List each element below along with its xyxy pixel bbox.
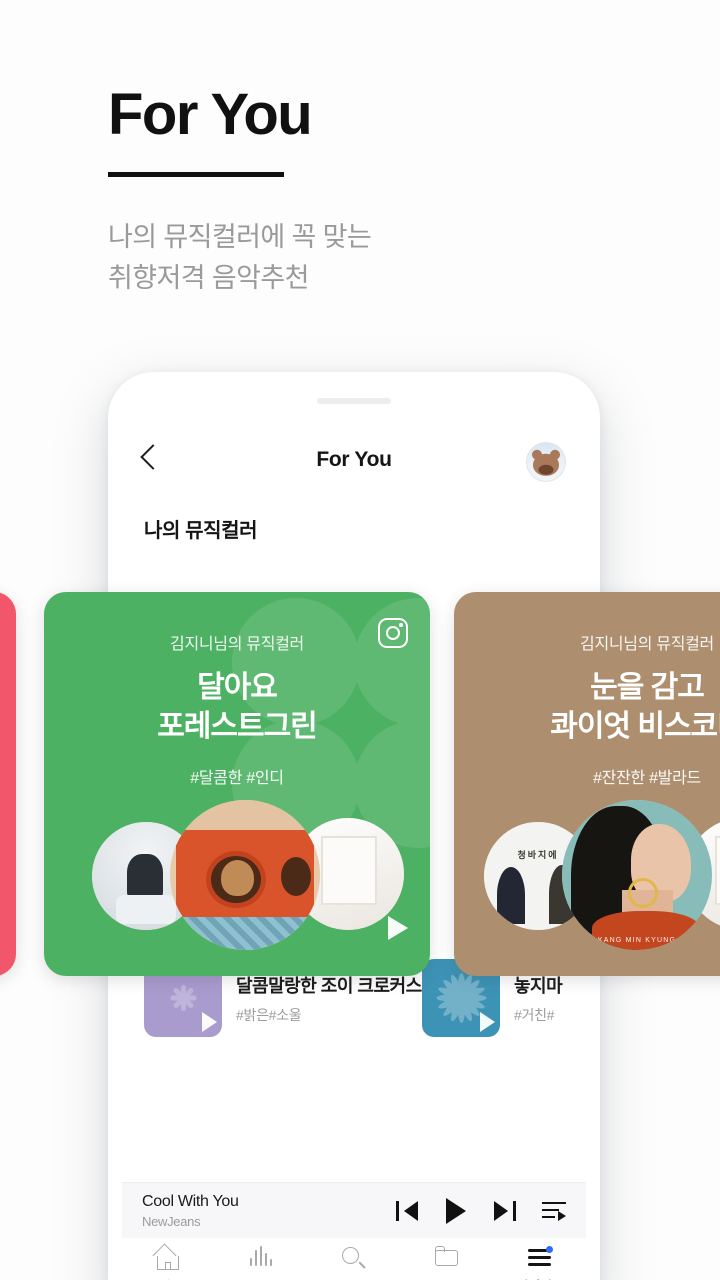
mini-player-meta: Cool With You NewJeans xyxy=(142,1193,396,1229)
playlist-icon[interactable] xyxy=(542,1201,566,1221)
skip-next-icon[interactable] xyxy=(494,1200,516,1222)
nav-label: 오디오 xyxy=(244,1276,279,1280)
promo-subtitle: 나의 뮤직컬러에 꼭 맞는 취향저격 음악추천 xyxy=(108,217,372,299)
album-caption: KANG MIN KYUNG xyxy=(597,937,677,944)
hamburger-menu-icon xyxy=(527,1245,553,1270)
phone-speaker xyxy=(317,398,391,404)
title-underline xyxy=(108,172,284,177)
home-icon xyxy=(152,1242,181,1270)
genie-item-text: 놓지마 #거친# xyxy=(514,972,563,1025)
play-icon[interactable] xyxy=(202,1012,217,1032)
nav-label: 검색 xyxy=(342,1276,366,1280)
music-color-card-brown[interactable]: 김지니님의 뮤직컬러 눈을 감고 콰이엇 비스코티 #잔잔한 #발라드 청바지에… xyxy=(454,592,720,976)
card-title-line2: 포레스트그린 xyxy=(157,710,318,743)
section-heading-my-music-color: 나의 뮤직컬러 xyxy=(144,520,258,542)
avatar[interactable] xyxy=(526,442,566,482)
nav-item-my-music[interactable]: 내음악 xyxy=(400,1245,493,1280)
waveform-icon xyxy=(248,1245,274,1270)
folder-icon xyxy=(434,1245,460,1270)
album-art[interactable]: KANG MIN KYUNG xyxy=(562,800,712,950)
card-title-line1: 달아요 xyxy=(197,671,278,704)
nav-label: 홈 xyxy=(163,1276,175,1280)
user-avatar-bear xyxy=(532,449,560,476)
search-icon xyxy=(341,1246,367,1270)
nav-label: 내음악 xyxy=(429,1276,464,1280)
card-title-line2: 콰이엇 비스코티 xyxy=(550,710,720,743)
screenshot-root: For You 나의 뮤직컬러에 꼭 맞는 취향저격 음악추천 For You … xyxy=(0,0,720,1280)
album-cluster: 청바지에 KANG MIN KYUNG xyxy=(454,800,720,950)
nav-item-search[interactable]: 검색 xyxy=(308,1246,401,1280)
bottom-nav: 홈 오디오 검색 내음악 전체메뉴 xyxy=(122,1238,586,1280)
nav-item-home[interactable]: 홈 xyxy=(122,1242,215,1280)
genie-item-text: 달콤말랑한 조이 크로커스 #밝은#소울 xyxy=(236,972,422,1025)
skip-previous-icon[interactable] xyxy=(396,1200,418,1222)
nav-label: 전체메뉴 xyxy=(516,1276,563,1280)
music-color-card-pink[interactable] xyxy=(0,592,16,976)
album-art[interactable] xyxy=(170,800,320,950)
play-icon[interactable] xyxy=(480,1012,495,1032)
app-bar: For You xyxy=(122,426,586,498)
play-icon[interactable] xyxy=(388,916,408,940)
card-tags: #잔잔한 #발라드 xyxy=(593,770,701,787)
card-title: 눈을 감고 콰이엇 비스코티 xyxy=(454,668,720,746)
app-bar-title: For You xyxy=(316,448,392,471)
nav-item-audio[interactable]: 오디오 xyxy=(215,1245,308,1280)
mini-player[interactable]: Cool With You NewJeans xyxy=(122,1182,586,1238)
mini-player-artist: NewJeans xyxy=(142,1213,201,1229)
music-color-card-green[interactable]: 김지니님의 뮤직컬러 달아요 포레스트그린 #달콤한 #인디 xyxy=(44,592,430,976)
card-title: 달아요 포레스트그린 xyxy=(44,668,430,746)
nav-item-all-menu[interactable]: 전체메뉴 xyxy=(493,1245,586,1280)
card-title-line1: 눈을 감고 xyxy=(590,671,705,704)
card-tags: #달콤한 #인디 xyxy=(190,770,284,787)
page-title: For You xyxy=(108,82,313,147)
genie-item-tags: #거친# xyxy=(514,1006,555,1023)
promo-subtitle-line2: 취향저격 음악추천 xyxy=(108,263,309,294)
notification-badge-dot xyxy=(545,1245,553,1253)
card-owner: 김지니님의 뮤직컬러 xyxy=(580,636,714,653)
card-owner: 김지니님의 뮤직컬러 xyxy=(170,636,304,653)
promo-header: For You 나의 뮤직컬러에 꼭 맞는 취향저격 음악추천 xyxy=(108,82,372,299)
mini-player-track-title: Cool With You xyxy=(142,1192,239,1210)
promo-subtitle-line1: 나의 뮤직컬러에 꼭 맞는 xyxy=(108,222,372,252)
album-cluster xyxy=(44,800,430,950)
genie-item-tags: #밝은#소울 xyxy=(236,1006,302,1023)
play-icon[interactable] xyxy=(444,1197,468,1224)
music-color-carousel[interactable]: 김지니님의 뮤직컬러 달아요 포레스트그린 #달콤한 #인디 김지니님의 뮤직컬… xyxy=(0,592,720,976)
mini-player-controls xyxy=(396,1197,570,1224)
